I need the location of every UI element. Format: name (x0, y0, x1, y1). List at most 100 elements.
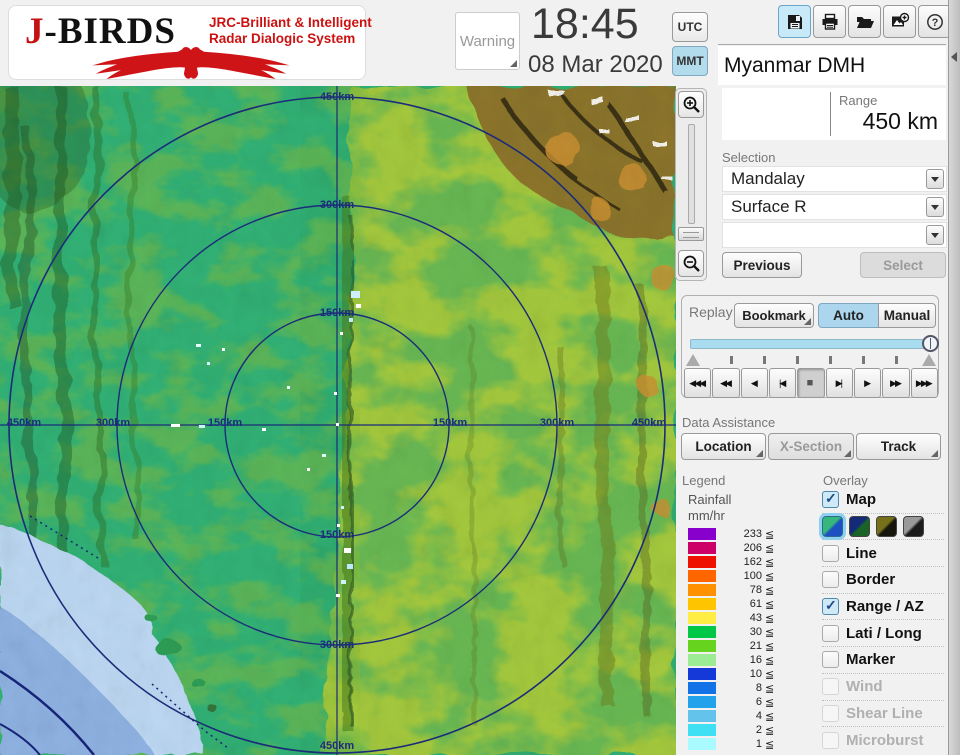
product-dropdown-value: Surface R (731, 197, 807, 216)
svg-text:?: ? (931, 17, 938, 29)
slider-start-marker[interactable] (686, 354, 700, 366)
legend-color-swatch (688, 556, 716, 568)
overlay-label: Overlay (823, 473, 868, 488)
panel-collapse-handle[interactable] (948, 0, 960, 755)
manual-button[interactable]: Manual (878, 303, 936, 328)
play-button[interactable]: ▶ (853, 368, 882, 398)
legend-color-swatch (688, 598, 716, 610)
collapse-left-icon (951, 52, 957, 62)
forward-button[interactable]: ▶▶ (882, 368, 910, 398)
zoom-out-button[interactable] (678, 250, 704, 277)
rainfall-legend: Rainfall mm/hr 233 ≦ 206 ≦ 162 ≦ 100 ≦ 7… (688, 492, 808, 751)
range-ring-label: 300km (319, 199, 355, 211)
map-style-swatch-1[interactable] (822, 516, 843, 538)
legend-row: 1 ≦ (688, 737, 808, 751)
step-back-button[interactable]: |◀ (768, 368, 797, 398)
map-style-swatch-3[interactable] (876, 516, 897, 538)
product-dropdown[interactable]: Surface R (722, 194, 947, 220)
less-equal-symbol: ≦ (765, 654, 775, 667)
auto-button[interactable]: Auto (818, 303, 879, 328)
magnifier-minus-icon (683, 255, 700, 272)
map-style-swatch-4[interactable] (903, 516, 924, 538)
legend-value: 2 (755, 724, 762, 736)
lati-long-checkbox[interactable]: ✓ (822, 624, 839, 642)
range-ring-labels: 450km 300km 150km 150km 300km 450km 450k… (0, 86, 676, 755)
slider-end-marker[interactable] (922, 354, 936, 366)
overlay-row-border[interactable]: ✓ Border (822, 567, 944, 594)
bookmark-button[interactable]: Bookmark (734, 303, 814, 328)
rewind-fast-button[interactable]: ◀◀◀ (684, 368, 712, 398)
save-button[interactable] (778, 5, 811, 38)
legend-value: 8 (755, 682, 762, 694)
overlay-row-lati-long[interactable]: ✓ Lati / Long (822, 620, 944, 648)
clock-time: 18:45 (531, 0, 639, 48)
site-dropdown-arrow[interactable] (926, 169, 944, 189)
legend-unit-line1: Rainfall (688, 492, 732, 507)
replay-slider-track[interactable] (690, 335, 939, 352)
marker-checkbox[interactable]: ✓ (822, 651, 839, 669)
slider-tick (895, 356, 898, 364)
overlay-row-map[interactable]: ✓ Map (822, 487, 944, 514)
legend-value: 206 (743, 542, 762, 554)
header-bar: J-BIRDS JRC-Brilliant & Intelligent Rada… (0, 0, 951, 86)
product-dropdown-arrow[interactable] (926, 197, 944, 217)
open-folder-icon (856, 16, 874, 28)
radar-map[interactable]: 450km 300km 150km 150km 300km 450km 450k… (0, 86, 676, 755)
x-section-button[interactable]: X-Section (768, 433, 854, 460)
legend-color-swatch (688, 654, 716, 666)
site-dropdown-value: Mandalay (731, 169, 805, 188)
mmt-button[interactable]: MMT (672, 46, 708, 76)
zoom-in-button[interactable] (678, 91, 704, 118)
select-button[interactable]: Select (860, 252, 946, 278)
zoom-slider-thumb[interactable] (678, 227, 704, 241)
less-equal-symbol: ≦ (765, 528, 775, 541)
warning-button[interactable]: Warning (455, 12, 520, 70)
previous-button[interactable]: Previous (722, 252, 802, 278)
rewind-button[interactable]: ◀◀ (712, 368, 740, 398)
option-dropdown[interactable] (722, 222, 947, 248)
stop-button[interactable]: ■ (797, 368, 825, 398)
track-button[interactable]: Track (856, 433, 941, 460)
map-checkbox[interactable]: ✓ (822, 490, 839, 509)
open-file-button[interactable] (848, 5, 881, 38)
export-image-button[interactable] (883, 5, 916, 38)
map-style-row (822, 514, 944, 541)
utc-button[interactable]: UTC (672, 12, 708, 42)
legend-color-swatch (688, 682, 716, 694)
save-icon (787, 14, 802, 29)
legend-value: 6 (755, 696, 762, 708)
legend-row: 233 ≦ (688, 527, 808, 541)
chevron-down-icon (931, 176, 939, 182)
forward-fast-button[interactable]: ▶▶▶ (910, 368, 938, 398)
zoom-slider-track[interactable] (688, 124, 695, 224)
map-style-swatch-2[interactable] (849, 516, 870, 538)
legend-row: 4 ≦ (688, 709, 808, 723)
border-checkbox[interactable]: ✓ (822, 571, 839, 589)
option-dropdown-arrow[interactable] (926, 225, 944, 245)
legend-row: 61 ≦ (688, 597, 808, 611)
site-dropdown[interactable]: Mandalay (722, 166, 947, 192)
replay-slider-thumb[interactable] (922, 335, 939, 352)
chevron-down-icon (931, 232, 939, 238)
less-equal-symbol: ≦ (765, 710, 775, 723)
overlay-row-line[interactable]: ✓ Line (822, 540, 944, 568)
step-forward-button[interactable]: ▶| (825, 368, 853, 398)
range-ring-label: 300km (95, 417, 131, 429)
location-button[interactable]: Location (681, 433, 766, 460)
clock-date: 08 Mar 2020 (528, 51, 663, 78)
line-checkbox[interactable]: ✓ (822, 544, 839, 562)
print-button[interactable] (813, 5, 846, 38)
range-az-checkbox[interactable]: ✓ (822, 597, 839, 616)
play-reverse-button[interactable]: ◀ (740, 368, 768, 398)
range-ring-label: 300km (539, 417, 575, 429)
legend-row: 16 ≦ (688, 653, 808, 667)
range-display: Range 450 km (722, 88, 946, 140)
overlay-row-marker[interactable]: ✓ Marker (822, 647, 944, 674)
help-button[interactable]: ? (918, 5, 951, 38)
overlay-row-range-az[interactable]: ✓ Range / AZ (822, 594, 944, 621)
overlay-row-microburst: ✓ Microburst (822, 727, 944, 754)
legend-value: 100 (743, 570, 762, 582)
chevron-down-icon (931, 204, 939, 210)
legend-row: 100 ≦ (688, 569, 808, 583)
question-mark-icon: ? (926, 13, 943, 30)
